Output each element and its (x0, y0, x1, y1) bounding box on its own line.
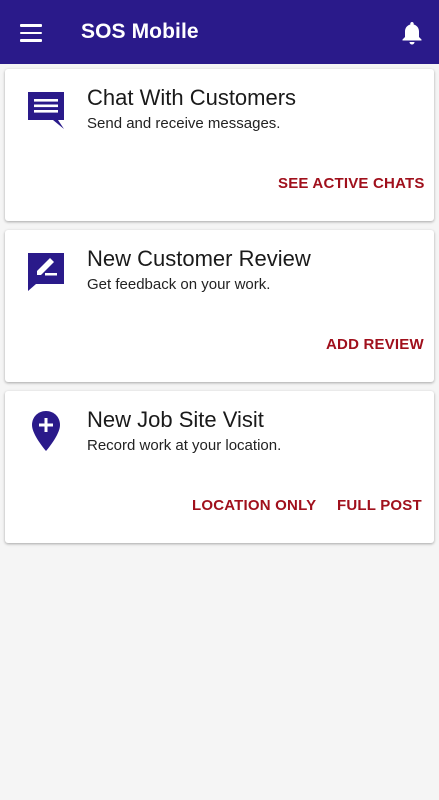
card-title: Chat With Customers (87, 85, 297, 110)
location-only-button[interactable]: LOCATION ONLY (192, 497, 316, 514)
card-title: New Job Site Visit (87, 407, 264, 432)
bell-icon[interactable] (400, 20, 424, 46)
add-review-button[interactable]: ADD REVIEW (326, 336, 424, 353)
chat-message-icon (25, 89, 67, 136)
card-subtitle: Send and receive messages. (87, 115, 281, 132)
full-post-button[interactable]: FULL POST (337, 497, 422, 514)
hamburger-menu-icon[interactable] (20, 24, 42, 42)
card-subtitle: Record work at your location. (87, 437, 282, 454)
see-active-chats-button[interactable]: SEE ACTIVE CHATS (278, 175, 425, 192)
job-site-card: New Job Site Visit Record work at your l… (5, 391, 434, 543)
card-title: New Customer Review (87, 246, 311, 271)
review-card: New Customer Review Get feedback on your… (5, 230, 434, 382)
app-title: SOS Mobile (81, 20, 199, 43)
app-bar: SOS Mobile (0, 0, 439, 64)
location-add-icon (29, 409, 63, 458)
card-subtitle: Get feedback on your work. (87, 276, 271, 293)
chat-card: Chat With Customers Send and receive mes… (5, 69, 434, 221)
review-edit-icon (25, 250, 67, 297)
